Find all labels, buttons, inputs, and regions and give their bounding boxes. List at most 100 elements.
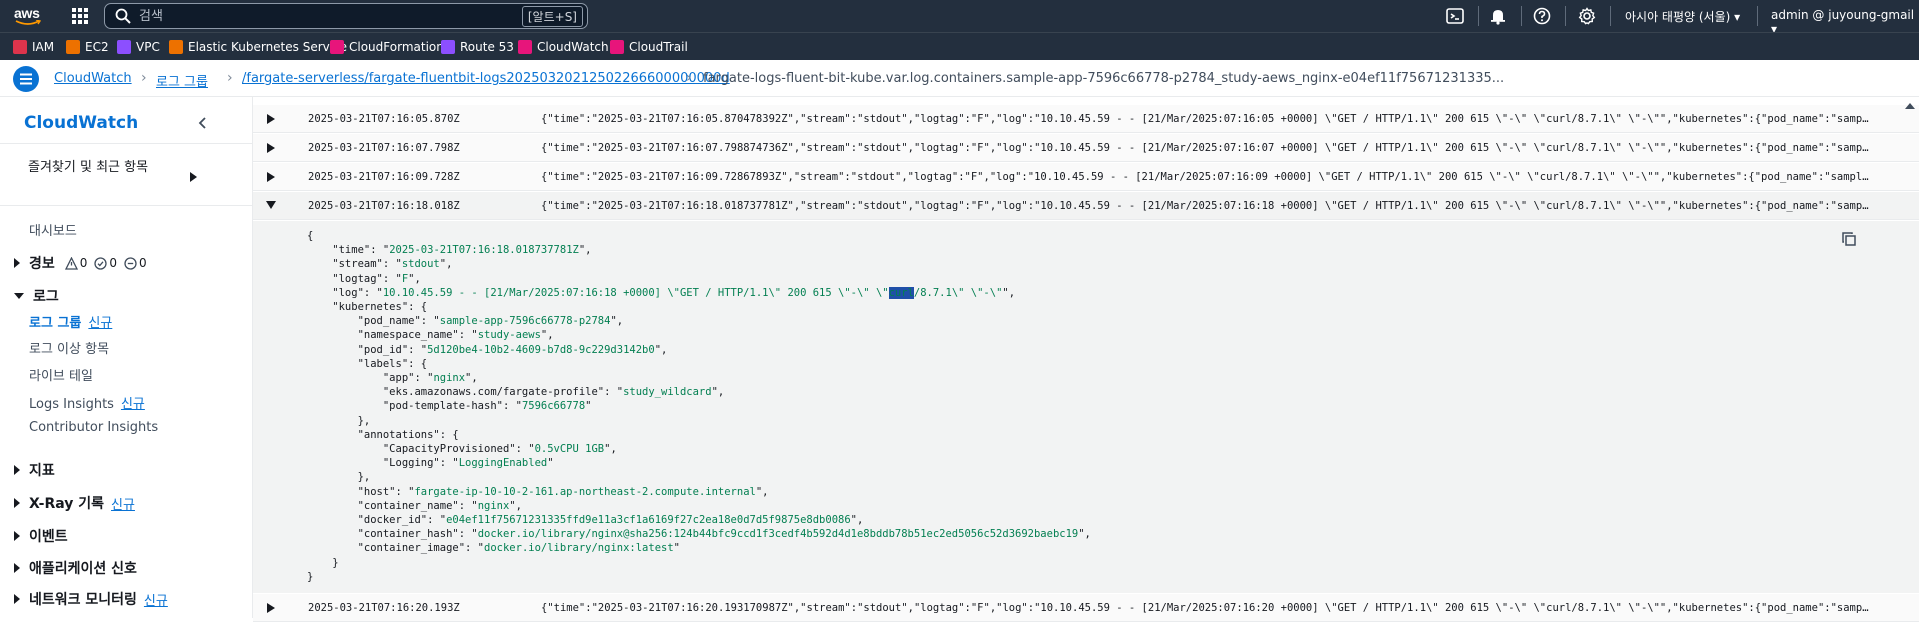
log-message: {"time":"2025-03-21T07:16:09.72867893Z",…	[541, 171, 1871, 183]
sidebar-title[interactable]: CloudWatch	[24, 113, 138, 133]
expand-caret-icon[interactable]	[267, 172, 275, 182]
nav-divider	[1610, 6, 1611, 26]
favorite-vpc[interactable]: VPC	[117, 40, 160, 54]
sidebar-section-network-monitoring[interactable]: 네트워크 모니터링 신규	[14, 589, 168, 609]
expand-caret-icon[interactable]	[267, 143, 275, 153]
new-badge[interactable]: 신규	[121, 397, 145, 412]
breadcrumb-log-group[interactable]: /fargate-serverless/fargate-fluentbit-lo…	[242, 71, 730, 86]
new-badge[interactable]: 신규	[88, 316, 112, 331]
sidebar-section-events[interactable]: 이벤트	[14, 526, 68, 546]
insufficient-data-icon	[124, 256, 137, 270]
sidebar-section-metrics[interactable]: 지표	[14, 460, 55, 480]
favorite-label: CloudTrail	[629, 40, 688, 54]
favorite-eks[interactable]: Elastic Kubernetes Service	[169, 40, 347, 54]
search-icon	[115, 8, 131, 24]
sidebar-item-dashboard[interactable]: 대시보드	[29, 220, 77, 239]
section-label: 이벤트	[29, 529, 68, 545]
favorite-label: Elastic Kubernetes Service	[188, 40, 348, 54]
favorite-cloudtrail[interactable]: CloudTrail	[610, 40, 688, 54]
section-label: 네트워크 모니터링	[29, 592, 137, 608]
favorite-label: CloudWatch	[537, 40, 609, 54]
section-label: X-Ray 기록	[29, 496, 105, 512]
global-search[interactable]: [알트+S]	[104, 3, 588, 29]
nav-menu-button[interactable]	[13, 66, 39, 92]
search-shortcut-hint: [알트+S]	[521, 5, 583, 27]
log-message: {"time":"2025-03-21T07:16:07.798874736Z"…	[541, 142, 1871, 154]
log-message: {"time":"2025-03-21T07:16:05.870478392Z"…	[541, 113, 1871, 125]
expand-caret-icon[interactable]	[267, 603, 275, 613]
services-grid-icon[interactable]	[71, 7, 89, 25]
sidebar-section-xray[interactable]: X-Ray 기록 신규	[14, 493, 135, 513]
caret-right-icon	[14, 531, 20, 541]
cloudshell-icon[interactable]	[1446, 7, 1464, 25]
section-label: 로그	[33, 289, 59, 305]
sidebar-item-log-anomalies[interactable]: 로그 이상 항목	[29, 338, 109, 357]
caret-right-icon	[14, 498, 20, 508]
json-stream: stdout	[401, 258, 440, 271]
favorite-iam[interactable]: IAM	[13, 40, 54, 54]
caret-right-icon	[14, 563, 20, 573]
log-timestamp: 2025-03-21T07:16:07.798Z	[308, 142, 460, 154]
caret-right-icon[interactable]	[190, 172, 197, 182]
favorite-cloudformation[interactable]: CloudFormation	[330, 40, 444, 54]
collapse-caret-icon[interactable]	[266, 201, 276, 209]
ok-count: 0	[109, 256, 118, 270]
settings-gear-icon[interactable]	[1578, 7, 1596, 25]
json-log-suffix: /8.7.1\" \"-\"	[913, 286, 1003, 299]
sidebar-item-log-groups[interactable]: 로그 그룹 신규	[29, 312, 112, 331]
sidebar-section-logs[interactable]: 로그	[14, 286, 59, 306]
eks-service-icon	[169, 40, 183, 54]
log-events-panel: 2025-03-21T07:16:05.870Z {"time":"2025-0…	[253, 97, 1919, 622]
breadcrumb-log-stream: fargate-logs-fluent-bit-kube.var.log.con…	[703, 71, 1505, 86]
json-log-selection[interactable]: curl	[888, 286, 914, 299]
json-logtag: F	[401, 272, 409, 285]
scroll-up-arrow-icon[interactable]	[1905, 103, 1915, 109]
top-navigation: aws [알트+S] 아시아 태평양 (서울) ▾ admin @ juyoun…	[0, 0, 1919, 36]
collapse-sidebar-icon[interactable]	[196, 116, 210, 130]
new-badge[interactable]: 신규	[111, 494, 135, 513]
iam-service-icon	[13, 40, 27, 54]
copy-icon[interactable]	[1841, 231, 1857, 247]
nav-divider	[1565, 6, 1566, 26]
favorites-bar: IAM EC2 VPC Elastic Kubernetes Service C…	[0, 32, 1919, 60]
sidebar-item-logs-insights[interactable]: Logs Insights 신규	[29, 393, 145, 412]
vpc-service-icon	[117, 40, 131, 54]
favorite-label: Route 53	[460, 40, 514, 54]
log-timestamp: 2025-03-21T07:16:20.193Z	[308, 602, 460, 614]
sidebar-item-contributor-insights[interactable]: Contributor Insights	[29, 420, 158, 435]
search-input[interactable]	[139, 8, 522, 24]
json-container-hash: docker.io/library/nginx@sha256:124b44bfc…	[477, 528, 1079, 541]
log-timestamp: 2025-03-21T07:16:05.870Z	[308, 113, 460, 125]
help-icon[interactable]	[1533, 7, 1551, 25]
favorite-cloudwatch[interactable]: CloudWatch	[518, 40, 609, 54]
log-event-row[interactable]: 2025-03-21T07:16:05.870Z {"time":"2025-0…	[253, 105, 1919, 133]
favorite-label: VPC	[136, 40, 160, 54]
nav-divider	[1521, 6, 1522, 26]
notifications-bell-icon[interactable]	[1489, 7, 1507, 25]
json-pod-id: 5d120be4-10b2-4609-b7d8-9c229d3142b0	[427, 343, 655, 356]
breadcrumb-separator: ›	[141, 70, 147, 86]
json-time: 2025-03-21T07:16:18.018737781Z	[389, 244, 579, 257]
chevron-down-icon: ▾	[1734, 10, 1741, 24]
favorite-ec2[interactable]: EC2	[66, 40, 109, 54]
aws-logo[interactable]: aws	[14, 5, 42, 27]
log-timestamp: 2025-03-21T07:16:09.728Z	[308, 171, 460, 183]
log-event-row[interactable]: 2025-03-21T07:16:07.798Z {"time":"2025-0…	[253, 134, 1919, 162]
favorite-label: CloudFormation	[349, 40, 444, 54]
sidebar-favorites-recent[interactable]: 즐겨찾기 및 최근 항목	[28, 159, 158, 176]
json-log-prefix: 10.10.45.59 - - [21/Mar/2025:07:16:18 +0…	[382, 286, 889, 299]
favorite-route53[interactable]: Route 53	[441, 40, 514, 54]
sidebar-section-alarms[interactable]: 경보 0 0 0	[14, 253, 154, 273]
section-label: 애플리케이션 신호	[29, 561, 137, 577]
sidebar-section-application-signals[interactable]: 애플리케이션 신호	[14, 558, 137, 578]
log-event-row[interactable]: 2025-03-21T07:16:09.728Z {"time":"2025-0…	[253, 163, 1919, 191]
breadcrumb-cloudwatch[interactable]: CloudWatch	[54, 71, 132, 86]
new-badge[interactable]: 신규	[144, 590, 168, 609]
region-selector[interactable]: 아시아 태평양 (서울) ▾	[1625, 8, 1740, 25]
expand-caret-icon[interactable]	[267, 114, 275, 124]
sidebar-item-live-tail[interactable]: 라이브 테일	[29, 365, 93, 384]
nav-divider	[1757, 6, 1758, 26]
log-event-row-expanded[interactable]: 2025-03-21T07:16:18.018Z {"time":"2025-0…	[253, 192, 1919, 220]
breadcrumb-log-groups[interactable]: 로그 그룹	[156, 71, 208, 90]
caret-down-icon	[14, 293, 24, 299]
